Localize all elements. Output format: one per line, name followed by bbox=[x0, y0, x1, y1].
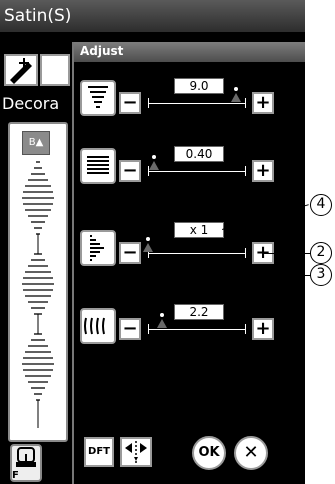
default-button[interactable]: DFT bbox=[84, 437, 114, 467]
density-minus-button[interactable]: − bbox=[119, 160, 141, 182]
density-plus-button[interactable]: + bbox=[252, 160, 274, 182]
density-icon bbox=[80, 148, 116, 184]
panel-title-bar: Adjust bbox=[74, 42, 305, 62]
panel-title: Adjust bbox=[80, 44, 124, 58]
stitch-icon[interactable] bbox=[40, 54, 70, 86]
length-value: 2.2 bbox=[174, 304, 224, 320]
edit-icon[interactable] bbox=[4, 54, 38, 86]
slider-max-tick bbox=[245, 324, 246, 334]
slider-min-tick bbox=[148, 324, 149, 334]
slider-max-tick bbox=[245, 98, 246, 108]
decorative-label: Decora bbox=[2, 94, 60, 113]
length-minus-button[interactable]: − bbox=[119, 318, 141, 340]
density-row: − 0.40 + bbox=[74, 146, 305, 196]
density-value: 0.40 bbox=[174, 146, 224, 162]
width-plus-button[interactable]: + bbox=[252, 92, 274, 114]
mirror-button[interactable] bbox=[120, 437, 152, 467]
callout-number-4: 4 bbox=[310, 194, 332, 216]
elongation-minus-button[interactable]: − bbox=[119, 242, 141, 264]
callout-number-2: 2 bbox=[310, 242, 332, 264]
callout-number-3: 3 bbox=[310, 264, 332, 286]
callout-line-2 bbox=[262, 253, 312, 254]
width-slider-thumb[interactable] bbox=[231, 87, 241, 102]
foot-code-label: F bbox=[12, 470, 19, 481]
stitch-preview: B▲ bbox=[8, 122, 68, 442]
adjust-panel: Adjust − 9.0 + − 0.40 + − x 1 + − 2.2 + … bbox=[72, 42, 305, 484]
sewing-machine-screen: Satin(S) Decora B▲ F Adjust − 9.0 + − 0.… bbox=[0, 0, 305, 484]
width-minus-button[interactable]: − bbox=[119, 92, 141, 114]
density-slider-thumb[interactable] bbox=[149, 155, 159, 170]
slider-max-tick bbox=[245, 248, 246, 258]
elongation-icon bbox=[80, 230, 116, 266]
slider-max-tick bbox=[245, 166, 246, 176]
elongation-slider[interactable] bbox=[143, 237, 246, 258]
width-icon bbox=[80, 80, 116, 116]
ok-button[interactable]: OK bbox=[192, 436, 226, 470]
elongation-slider-thumb[interactable] bbox=[143, 237, 153, 252]
title-bar: Satin(S) bbox=[0, 0, 305, 32]
length-plus-button[interactable]: + bbox=[252, 318, 274, 340]
stitch-length-icon bbox=[80, 308, 116, 344]
width-value: 9.0 bbox=[174, 78, 224, 94]
width-slider[interactable] bbox=[148, 87, 246, 108]
elongation-value: x 1 bbox=[174, 222, 224, 238]
density-slider[interactable] bbox=[148, 155, 246, 176]
window-title: Satin(S) bbox=[4, 6, 72, 26]
length-row: − 2.2 + bbox=[74, 304, 305, 354]
satin-stitch-pattern bbox=[22, 161, 54, 428]
length-slider-thumb[interactable] bbox=[157, 313, 167, 328]
length-slider[interactable] bbox=[148, 313, 246, 334]
slider-min-tick bbox=[148, 98, 149, 108]
mirror-icon bbox=[125, 441, 147, 463]
cancel-button[interactable]: ✕ bbox=[234, 436, 268, 470]
preview-button[interactable]: B▲ bbox=[22, 131, 50, 155]
width-row: − 9.0 + bbox=[74, 78, 305, 128]
callout-line-3 bbox=[133, 275, 312, 276]
